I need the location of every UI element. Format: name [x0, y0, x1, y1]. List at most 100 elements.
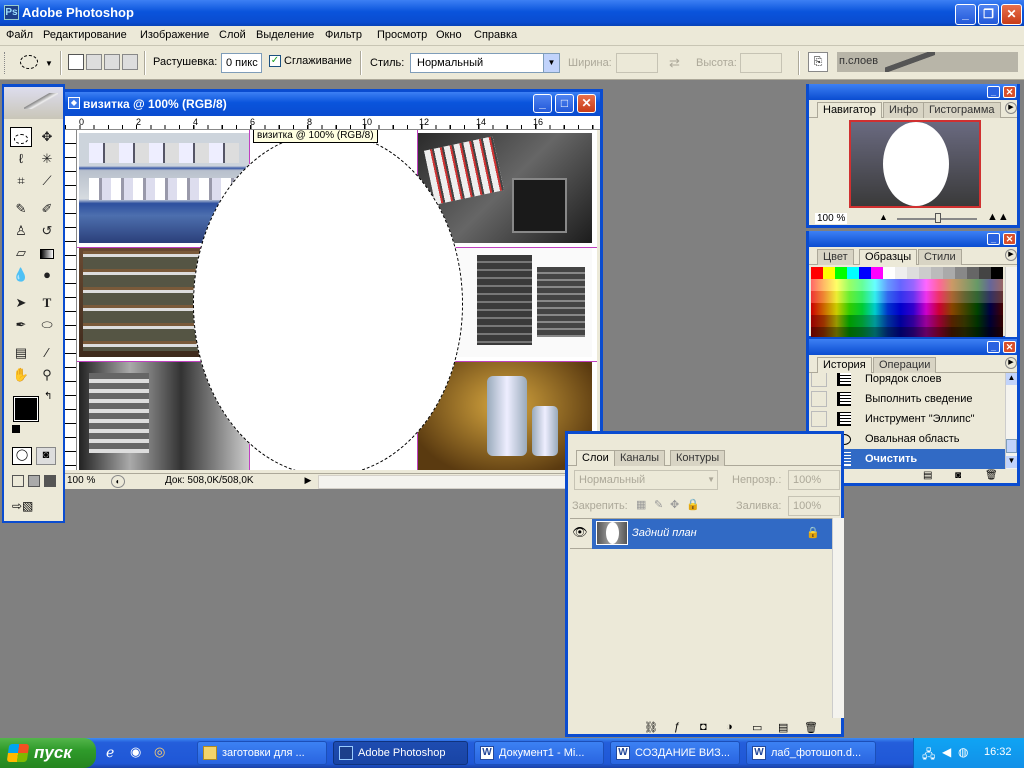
foreground-color-swatch[interactable] [13, 396, 39, 422]
elliptical-selection[interactable] [193, 132, 463, 470]
panel-menu-icon[interactable]: ▶ [1005, 249, 1017, 261]
lock-all-icon[interactable]: 🔒 [686, 498, 700, 511]
history-source-checkbox[interactable] [811, 373, 827, 387]
menu-window[interactable]: Окно [436, 29, 462, 41]
zoom-in-mountain-icon[interactable]: ▲▲ [987, 211, 1009, 223]
new-group-icon[interactable]: ▭ [752, 721, 762, 734]
eyedropper-tool-icon[interactable]: ⁄ [36, 343, 58, 363]
ellipse-marquee-tool-icon[interactable] [10, 127, 32, 147]
history-state[interactable]: Выполнить сведение [809, 389, 1005, 409]
quick-mask-mode-icon[interactable]: ◙ [36, 447, 56, 465]
menu-image[interactable]: Изображение [140, 29, 209, 41]
fill-input[interactable]: 100% [788, 496, 840, 516]
default-colors-icon[interactable] [12, 425, 20, 433]
history-state[interactable]: Инструмент "Эллипс" [809, 409, 1005, 429]
grip-handle[interactable] [4, 52, 7, 74]
taskbar-button-photoshop[interactable]: Adobe Photoshop [333, 741, 468, 765]
jump-to-imageready-icon[interactable]: ⇨▧ [12, 499, 52, 515]
adjustment-layer-icon[interactable]: ◑ [726, 721, 733, 733]
history-source-checkbox[interactable] [811, 391, 827, 407]
doc-minimize-button[interactable]: _ [533, 94, 552, 113]
blur-tool-icon[interactable]: 💧 [10, 265, 32, 285]
menu-layer[interactable]: Слой [219, 29, 246, 41]
antivirus-icon[interactable]: ◍ [958, 745, 968, 759]
tab-navigator[interactable]: Навигатор [817, 102, 882, 118]
trash-icon[interactable]: 🗑 [985, 470, 998, 481]
slice-tool-icon[interactable]: ⟋ [36, 171, 58, 191]
history-scrollbar[interactable]: ▲ ▼ [1005, 373, 1017, 469]
gradient-tool-icon[interactable] [36, 243, 58, 263]
swap-icon[interactable]: ⇄ [669, 55, 680, 71]
dodge-tool-icon[interactable]: ● [36, 265, 58, 285]
hand-tool-icon[interactable]: ✋ [10, 365, 32, 385]
menu-select[interactable]: Выделение [256, 29, 314, 41]
antialias-checkbox[interactable]: ✓ [269, 55, 281, 67]
screen-mode-full-menu-icon[interactable] [28, 475, 40, 487]
intersect-selection-icon[interactable] [122, 54, 138, 70]
menu-view[interactable]: Просмотр [377, 29, 427, 41]
tab-swatches[interactable]: Образцы [859, 249, 918, 265]
status-menu-arrow-icon[interactable]: ▶ [302, 475, 314, 488]
outlook-icon[interactable]: ◎ [154, 744, 172, 762]
horizontal-scrollbar[interactable] [318, 475, 600, 489]
close-button[interactable]: ✕ [1001, 4, 1022, 25]
swatches-scrollbar[interactable] [1005, 267, 1017, 337]
tab-layers[interactable]: Слои [576, 450, 615, 466]
layer-row[interactable]: 👁 Задний план 🔒 [570, 519, 832, 549]
vertical-ruler[interactable] [65, 130, 77, 470]
scroll-down-icon[interactable]: ▼ [1006, 456, 1017, 468]
preset-dropdown-icon[interactable]: ▼ [45, 59, 53, 68]
start-button[interactable]: пуск [0, 738, 96, 768]
app-title-bar[interactable]: Ps Adobe Photoshop _ ❐ ✕ [0, 0, 1024, 26]
zoom-out-mountain-icon[interactable]: ▲ [879, 212, 888, 222]
height-input[interactable] [740, 53, 782, 73]
crop-tool-icon[interactable]: ⌗ [10, 171, 32, 191]
panel-minimize-button[interactable]: _ [987, 233, 1000, 245]
navigator-panel-title-bar[interactable]: _ ✕ [809, 84, 1017, 100]
lock-position-icon[interactable]: ✥ [670, 498, 679, 511]
notes-tool-icon[interactable]: ▤ [10, 343, 32, 363]
opacity-input[interactable]: 100% [788, 470, 840, 490]
panel-minimize-button[interactable]: _ [987, 86, 1000, 98]
panel-close-button[interactable]: ✕ [1003, 341, 1016, 353]
panel-close-button[interactable]: ✕ [1003, 233, 1016, 245]
zoom-slider-thumb[interactable] [935, 213, 941, 223]
move-tool-icon[interactable]: ✥ [36, 127, 58, 147]
palette-well[interactable]: п.слоев [837, 52, 1018, 72]
ie-icon[interactable]: ℯ [106, 744, 124, 762]
history-panel-title-bar[interactable]: _ ✕ [809, 339, 1017, 355]
swatch-grid[interactable] [811, 267, 1003, 337]
delete-layer-icon[interactable]: 🗑 [804, 721, 818, 734]
ellipse-shape-tool-icon[interactable]: ⬭ [36, 315, 58, 335]
eye-icon[interactable]: 👁 [572, 525, 588, 541]
scroll-up-icon[interactable]: ▲ [1006, 373, 1017, 385]
new-selection-icon[interactable] [68, 54, 84, 70]
style-select[interactable]: Нормальный ▼ [410, 53, 560, 73]
layer-mask-icon[interactable]: ◘ [700, 721, 707, 733]
snapshot-icon[interactable]: ◙ [955, 470, 961, 481]
document-title-bar[interactable]: ◆ визитка @ 100% (RGB/8) _ □ ✕ [65, 92, 600, 116]
width-input[interactable] [616, 53, 658, 73]
subtract-selection-icon[interactable] [104, 54, 120, 70]
canvas[interactable]: визитка @ 100% (RGB/8) [77, 130, 597, 470]
navigator-thumbnail[interactable] [849, 120, 981, 208]
menu-file[interactable]: Файл [6, 29, 33, 41]
type-tool-icon[interactable]: T [36, 293, 58, 313]
standard-mode-icon[interactable]: ◯ [12, 447, 32, 465]
link-layers-icon[interactable]: ⛓ [644, 721, 658, 734]
lock-transparency-icon[interactable]: ▦ [636, 498, 646, 511]
tab-channels[interactable]: Каналы [614, 450, 666, 466]
zoom-tool-icon[interactable]: ⚲ [36, 365, 58, 385]
tab-histogram[interactable]: Гистограмма [923, 102, 1001, 118]
file-browser-icon[interactable]: ⎘ [808, 52, 828, 72]
doc-maximize-button[interactable]: □ [555, 94, 574, 113]
menu-filter[interactable]: Фильтр [325, 29, 362, 41]
taskbar-button-folder[interactable]: заготовки для ... [197, 741, 327, 765]
toolbox-header[interactable] [4, 87, 63, 119]
layer-name[interactable]: Задний план [632, 527, 697, 539]
tab-history[interactable]: История [817, 357, 872, 373]
tab-color[interactable]: Цвет [817, 249, 854, 265]
brush-tool-icon[interactable]: ✐ [36, 199, 58, 219]
tab-actions[interactable]: Операции [873, 357, 937, 373]
healing-brush-tool-icon[interactable]: ✎ [10, 199, 32, 219]
